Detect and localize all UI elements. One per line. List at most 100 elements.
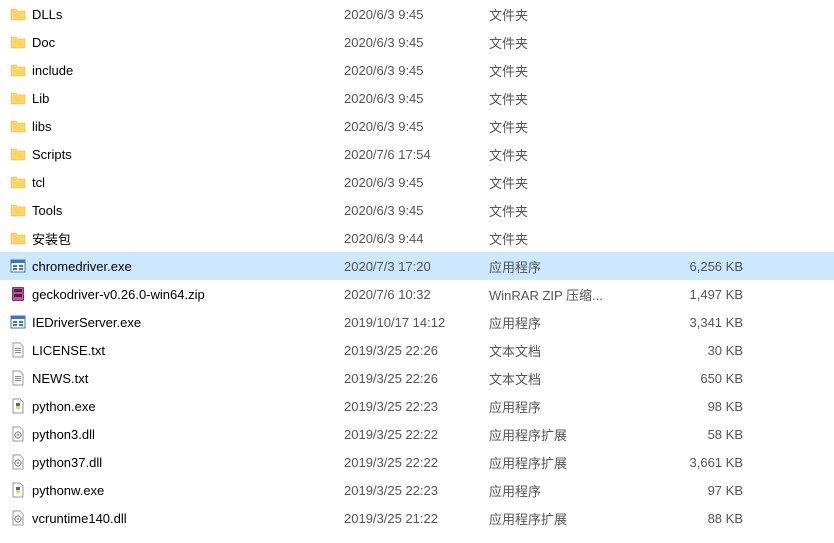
file-date-cell: 2019/10/17 14:12 <box>344 315 489 330</box>
file-type-cell: 文件夹 <box>489 33 659 52</box>
file-date-cell: 2020/6/3 9:45 <box>344 63 489 78</box>
file-size-cell: 97 KB <box>659 483 759 498</box>
file-date-cell: 2020/6/3 9:45 <box>344 35 489 50</box>
file-row[interactable]: 安装包2020/6/3 9:44文件夹 <box>0 224 834 252</box>
file-type-cell: 应用程序 <box>489 313 659 332</box>
file-row[interactable]: python.exe2019/3/25 22:23应用程序98 KB <box>0 392 834 420</box>
file-type-cell: 文件夹 <box>489 89 659 108</box>
dll-file-icon <box>10 510 26 526</box>
file-name-label: Doc <box>32 35 55 50</box>
file-size-cell: 58 KB <box>659 427 759 442</box>
file-name-cell[interactable]: python.exe <box>10 398 344 414</box>
app-window-icon <box>10 314 26 330</box>
file-row[interactable]: Lib2020/6/3 9:45文件夹 <box>0 84 834 112</box>
file-row[interactable]: LICENSE.txt2019/3/25 22:26文本文档30 KB <box>0 336 834 364</box>
file-name-cell[interactable]: Scripts <box>10 146 344 162</box>
file-name-cell[interactable]: vcruntime140.dll <box>10 510 344 526</box>
file-name-cell[interactable]: 安装包 <box>10 229 344 248</box>
file-size-cell: 650 KB <box>659 371 759 386</box>
file-row[interactable]: geckodriver-v0.26.0-win64.zip 2020/7/6 10… <box>0 280 834 308</box>
file-name-cell[interactable]: Lib <box>10 90 344 106</box>
file-type-cell: 应用程序 <box>489 481 659 500</box>
dll-file-icon <box>10 426 26 442</box>
file-name-label: 安装包 <box>32 229 71 248</box>
file-row[interactable]: vcruntime140.dll 2019/3/25 21:22应用程序扩展88 … <box>0 504 834 532</box>
file-date-cell: 2019/3/25 22:26 <box>344 371 489 386</box>
file-type-cell: 文件夹 <box>489 201 659 220</box>
archive-icon <box>10 286 26 302</box>
file-row[interactable]: python3.dll2019/3/25 22:22应用程序扩展58 KB <box>0 420 834 448</box>
file-type-cell: 文件夹 <box>489 229 659 248</box>
file-name-cell[interactable]: chromedriver.exe <box>10 258 344 274</box>
file-size-cell: 6,256 KB <box>659 259 759 274</box>
folder-icon <box>10 62 26 78</box>
file-size-cell: 1,497 KB <box>659 287 759 302</box>
file-name-cell[interactable]: python37.dll <box>10 454 344 470</box>
file-name-cell[interactable]: Tools <box>10 202 344 218</box>
file-type-cell: 应用程序扩展 <box>489 425 659 444</box>
python-file-icon <box>10 482 26 498</box>
file-name-cell[interactable]: pythonw.exe <box>10 482 344 498</box>
file-name-label: IEDriverServer.exe <box>32 315 141 330</box>
file-row[interactable]: python37.dll2019/3/25 22:22应用程序扩展3,661 K… <box>0 448 834 476</box>
dll-file-icon <box>10 454 26 470</box>
folder-icon <box>10 174 26 190</box>
file-name-cell[interactable]: include <box>10 62 344 78</box>
file-type-cell: 文件夹 <box>489 145 659 164</box>
file-name-label: DLLs <box>32 7 62 22</box>
file-name-cell[interactable]: Doc <box>10 34 344 50</box>
file-name-cell[interactable]: IEDriverServer.exe <box>10 314 344 330</box>
folder-icon <box>10 34 26 50</box>
file-date-cell: 2019/3/25 22:22 <box>344 427 489 442</box>
file-name-cell[interactable]: DLLs <box>10 6 344 22</box>
file-name-cell[interactable]: python3.dll <box>10 426 344 442</box>
file-type-cell: 应用程序扩展 <box>489 453 659 472</box>
file-name-label: python.exe <box>32 399 96 414</box>
folder-icon <box>10 146 26 162</box>
file-name-cell[interactable]: NEWS.txt <box>10 370 344 386</box>
file-type-cell: 文件夹 <box>489 61 659 80</box>
file-type-cell: WinRAR ZIP 压缩... <box>489 285 659 304</box>
file-date-cell: 2020/7/6 17:54 <box>344 147 489 162</box>
file-row[interactable]: pythonw.exe2019/3/25 22:23应用程序97 KB <box>0 476 834 504</box>
folder-icon <box>10 202 26 218</box>
file-row[interactable]: IEDriverServer.exe2019/10/17 14:12应用程序3,… <box>0 308 834 336</box>
file-date-cell: 2019/3/25 22:23 <box>344 483 489 498</box>
file-row[interactable]: include 2020/6/3 9:45文件夹 <box>0 56 834 84</box>
file-type-cell: 文件夹 <box>489 173 659 192</box>
file-name-label: geckodriver-v0.26.0-win64.zip <box>32 287 205 302</box>
file-date-cell: 2019/3/25 22:26 <box>344 343 489 358</box>
file-name-cell[interactable]: tcl <box>10 174 344 190</box>
app-window-icon <box>10 258 26 274</box>
file-name-label: tcl <box>32 175 45 190</box>
file-size-cell: 88 KB <box>659 511 759 526</box>
file-name-label: vcruntime140.dll <box>32 511 127 526</box>
file-type-cell: 文件夹 <box>489 117 659 136</box>
file-name-cell[interactable]: geckodriver-v0.26.0-win64.zip <box>10 286 344 302</box>
file-date-cell: 2020/7/6 10:32 <box>344 287 489 302</box>
file-name-cell[interactable]: libs <box>10 118 344 134</box>
file-name-label: Tools <box>32 203 62 218</box>
file-row[interactable]: tcl2020/6/3 9:45文件夹 <box>0 168 834 196</box>
file-name-cell[interactable]: LICENSE.txt <box>10 342 344 358</box>
file-row[interactable]: Doc 2020/6/3 9:45文件夹 <box>0 28 834 56</box>
file-type-cell: 应用程序 <box>489 257 659 276</box>
folder-icon <box>10 230 26 246</box>
folder-icon <box>10 6 26 22</box>
file-row[interactable]: libs2020/6/3 9:45文件夹 <box>0 112 834 140</box>
file-name-label: python37.dll <box>32 455 102 470</box>
file-row[interactable]: Scripts 2020/7/6 17:54文件夹 <box>0 140 834 168</box>
file-row[interactable]: Tools2020/6/3 9:45文件夹 <box>0 196 834 224</box>
file-date-cell: 2020/6/3 9:45 <box>344 91 489 106</box>
file-size-cell: 3,661 KB <box>659 455 759 470</box>
text-file-icon <box>10 370 26 386</box>
file-row[interactable]: DLLs2020/6/3 9:45文件夹 <box>0 0 834 28</box>
file-list: DLLs2020/6/3 9:45文件夹Doc2020/6/3 9:45文件夹i… <box>0 0 834 532</box>
file-date-cell: 2019/3/25 22:23 <box>344 399 489 414</box>
file-date-cell: 2019/3/25 21:22 <box>344 511 489 526</box>
file-type-cell: 应用程序扩展 <box>489 509 659 528</box>
file-row[interactable]: NEWS.txt2019/3/25 22:26文本文档650 KB <box>0 364 834 392</box>
file-name-label: include <box>32 63 73 78</box>
file-row[interactable]: chromedriver.exe2020/7/3 17:20应用程序6,256 … <box>0 252 834 280</box>
file-name-label: Scripts <box>32 147 72 162</box>
